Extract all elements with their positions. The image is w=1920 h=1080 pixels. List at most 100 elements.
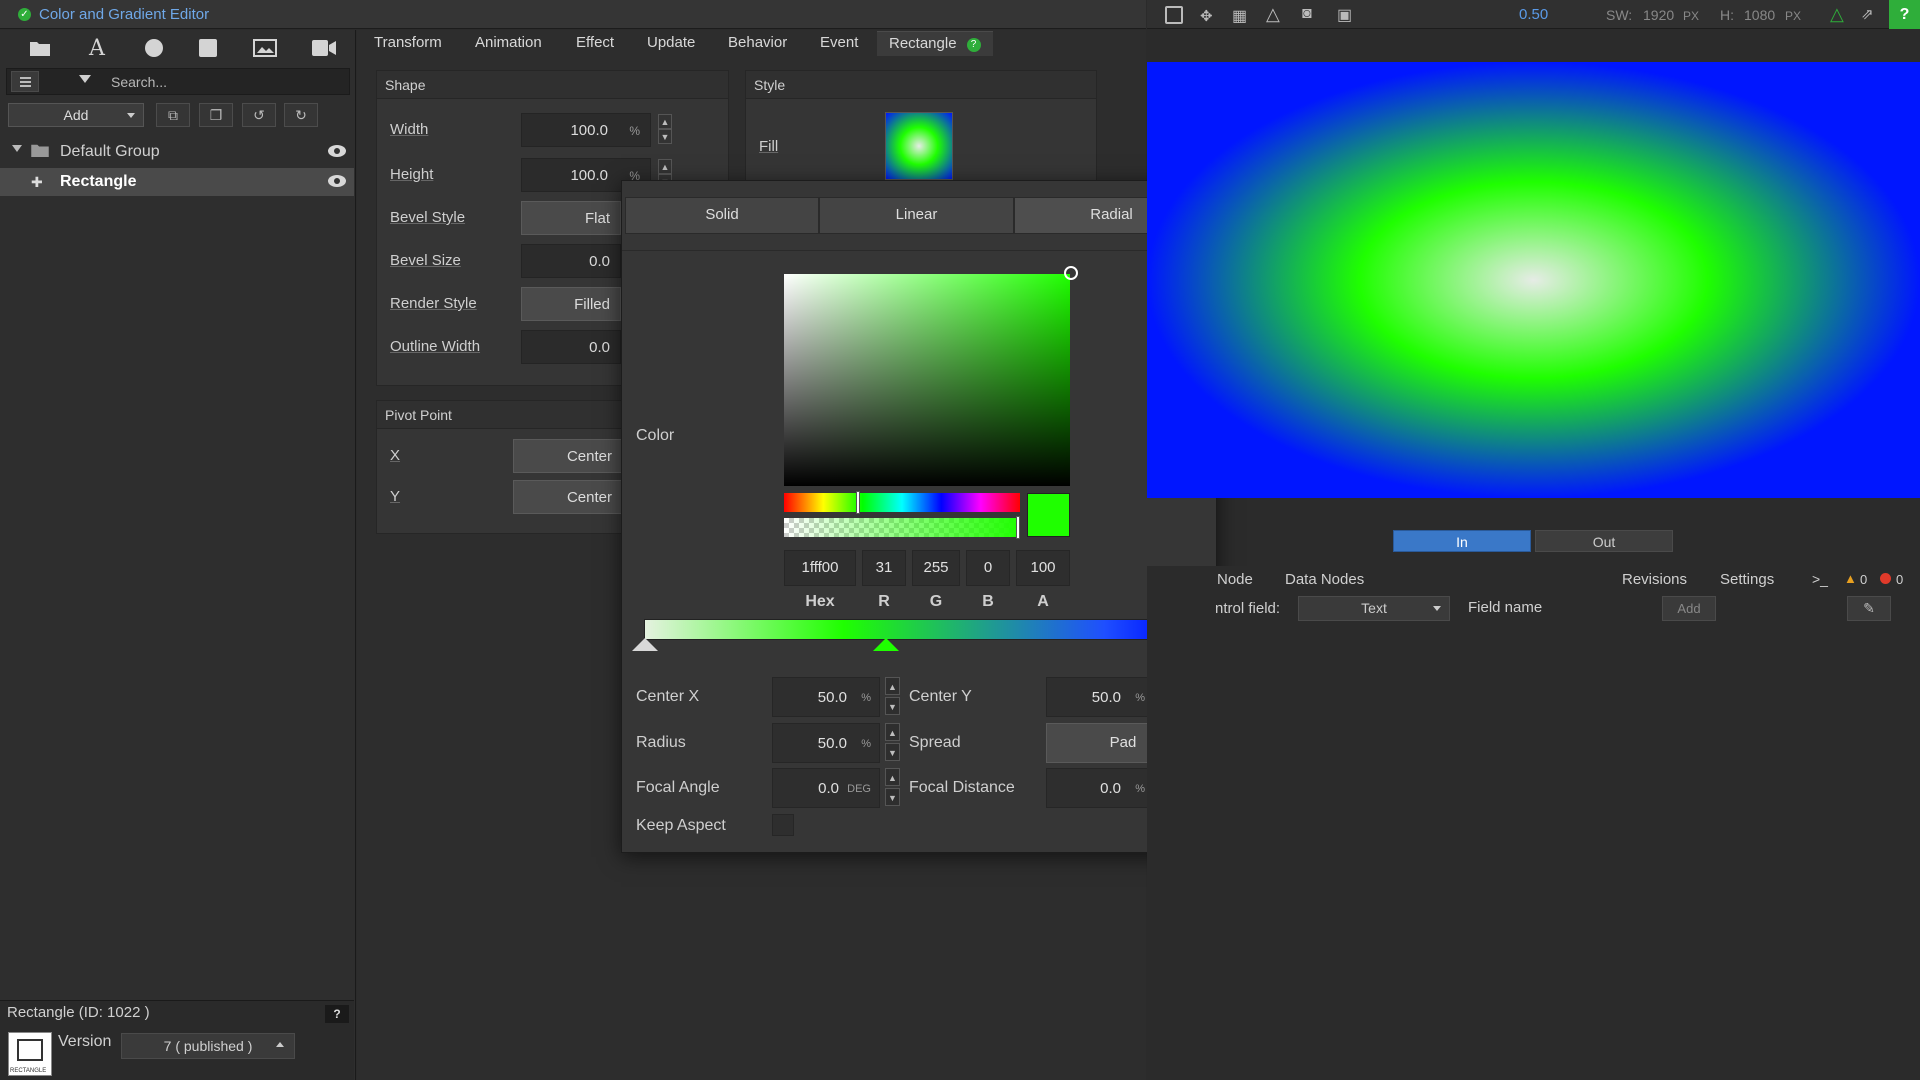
chevron-up-icon	[276, 1042, 284, 1047]
tab-node[interactable]: Node	[1217, 571, 1253, 588]
saturation-value-picker[interactable]	[784, 274, 1070, 486]
radius-stepper[interactable]: ▲ ▼	[885, 723, 900, 763]
tab-rectangle[interactable]: Rectangle ?	[877, 31, 993, 56]
grid-icon[interactable]: ▦	[1232, 6, 1247, 26]
keep-aspect-checkbox[interactable]	[772, 814, 794, 836]
help-button[interactable]: ?	[1889, 0, 1920, 29]
b-input[interactable]: 0	[966, 550, 1010, 586]
center-y-field[interactable]: 50.0 %	[1046, 677, 1154, 717]
pivot-x-select[interactable]: Center	[513, 439, 623, 473]
hex-label: Hex	[805, 593, 835, 610]
sw-unit: PX	[1683, 9, 1700, 23]
filter-icon[interactable]	[79, 75, 91, 83]
mode-linear[interactable]: Linear	[819, 197, 1014, 234]
hex-input[interactable]: 1fff00	[784, 550, 856, 586]
tree-item-default-group[interactable]: Default Group	[0, 138, 354, 166]
eye-icon[interactable]	[328, 145, 346, 157]
folder-icon[interactable]	[25, 35, 55, 61]
color-preview-swatch	[1027, 493, 1070, 537]
tab-event[interactable]: Event	[808, 31, 870, 56]
menu-icon[interactable]	[11, 71, 39, 92]
text-icon[interactable]: A	[82, 35, 112, 61]
error-icon	[1880, 573, 1891, 584]
add-button[interactable]: Add	[8, 103, 144, 127]
triangle-icon[interactable]: △	[1266, 4, 1280, 25]
version-select[interactable]: 7 ( published )	[121, 1033, 295, 1059]
tab-behavior[interactable]: Behavior	[716, 31, 799, 56]
circle-icon[interactable]	[139, 35, 169, 61]
in-out-bar: In Out	[1147, 530, 1920, 552]
out-button[interactable]: Out	[1535, 530, 1673, 552]
sw-value: 1920	[1643, 7, 1675, 23]
tab-settings[interactable]: Settings	[1720, 571, 1774, 588]
render-style-select[interactable]: Filled	[521, 287, 621, 321]
left-footer: Rectangle (ID: 1022 ) ? RECTANGLE Versio…	[0, 1000, 354, 1080]
tree-item-label: Default Group	[60, 143, 160, 160]
paste-icon[interactable]: ❐	[199, 103, 233, 127]
console-icon[interactable]: >_	[1812, 571, 1828, 587]
eye-icon[interactable]	[328, 175, 346, 187]
tab-revisions[interactable]: Revisions	[1622, 571, 1687, 588]
mode-solid[interactable]: Solid	[625, 197, 819, 234]
radius-field[interactable]: 50.0 %	[772, 723, 880, 763]
video-icon[interactable]	[309, 35, 339, 61]
zoom-value[interactable]: 0.50	[1519, 6, 1548, 23]
image-icon[interactable]	[250, 35, 280, 61]
camera-icon[interactable]: ◙	[1302, 5, 1312, 23]
copy-icon[interactable]: ⧉	[156, 103, 190, 127]
alert-icon[interactable]: △	[1830, 4, 1844, 25]
g-input[interactable]: 255	[912, 550, 960, 586]
bevel-size-field[interactable]: 0.0	[521, 244, 621, 278]
center-x-label: Center X	[636, 688, 700, 705]
square-icon[interactable]	[193, 35, 223, 61]
fill-swatch[interactable]	[885, 112, 953, 180]
a-input[interactable]: 100	[1016, 550, 1070, 586]
tab-data-nodes[interactable]: Data Nodes	[1285, 571, 1364, 588]
tab-transform[interactable]: Transform	[362, 31, 454, 56]
gradient-stop[interactable]	[632, 638, 658, 651]
tab-update[interactable]: Update	[635, 31, 707, 56]
external-link-icon[interactable]: ⇗	[1861, 5, 1874, 23]
width-stepper[interactable]: ▲ ▼	[658, 114, 672, 144]
pin-icon[interactable]: ✎	[1847, 596, 1891, 621]
safe-area-icon[interactable]	[1165, 6, 1183, 24]
center-x-stepper[interactable]: ▲ ▼	[885, 677, 900, 717]
width-label: Width	[390, 121, 429, 138]
chevron-down-icon[interactable]	[12, 145, 22, 152]
bottom-right-panel: Node Data Nodes Revisions Settings >_ ▲ …	[1147, 566, 1920, 1080]
focal-angle-stepper[interactable]: ▲ ▼	[885, 768, 900, 808]
hue-handle[interactable]	[856, 491, 860, 514]
undo-icon[interactable]: ↺	[242, 103, 276, 127]
render-style-label: Render Style	[390, 295, 477, 312]
search-input[interactable]	[111, 71, 341, 92]
in-button[interactable]: In	[1393, 530, 1531, 552]
screen-icon[interactable]: ▣	[1337, 5, 1352, 25]
crosshair-icon[interactable]: ✥	[1200, 7, 1213, 25]
center-x-field[interactable]: 50.0 %	[772, 677, 880, 717]
r-input[interactable]: 31	[862, 550, 906, 586]
alpha-handle[interactable]	[1016, 516, 1020, 539]
tab-rectangle-label: Rectangle	[889, 35, 957, 52]
help-button[interactable]: ?	[325, 1005, 349, 1023]
preview-canvas[interactable]	[1147, 62, 1920, 498]
sv-handle[interactable]	[1064, 266, 1078, 280]
width-field[interactable]: 100.0 %	[521, 113, 651, 147]
add-field-button[interactable]: Add	[1662, 596, 1716, 621]
gradient-bar[interactable]	[644, 619, 1168, 640]
hue-slider[interactable]	[784, 493, 1020, 512]
tab-animation[interactable]: Animation	[463, 31, 554, 56]
redo-icon[interactable]: ↻	[284, 103, 318, 127]
tab-effect[interactable]: Effect	[564, 31, 626, 56]
tree-item-rectangle[interactable]: ✚ Rectangle	[0, 168, 354, 196]
a-label: A	[1037, 593, 1049, 610]
bevel-style-select[interactable]: Flat	[521, 201, 621, 235]
help-icon[interactable]: ?	[966, 38, 981, 52]
focal-angle-field[interactable]: 0.0 DEG	[772, 768, 880, 808]
focal-distance-field[interactable]: 0.0 %	[1046, 768, 1154, 808]
radius-label: Radius	[636, 734, 686, 751]
pivot-y-select[interactable]: Center	[513, 480, 623, 514]
gradient-stop-selected[interactable]	[873, 638, 899, 651]
control-field-select[interactable]: Text	[1298, 596, 1450, 621]
outline-width-field[interactable]: 0.0	[521, 330, 621, 364]
alpha-slider[interactable]	[784, 518, 1020, 537]
